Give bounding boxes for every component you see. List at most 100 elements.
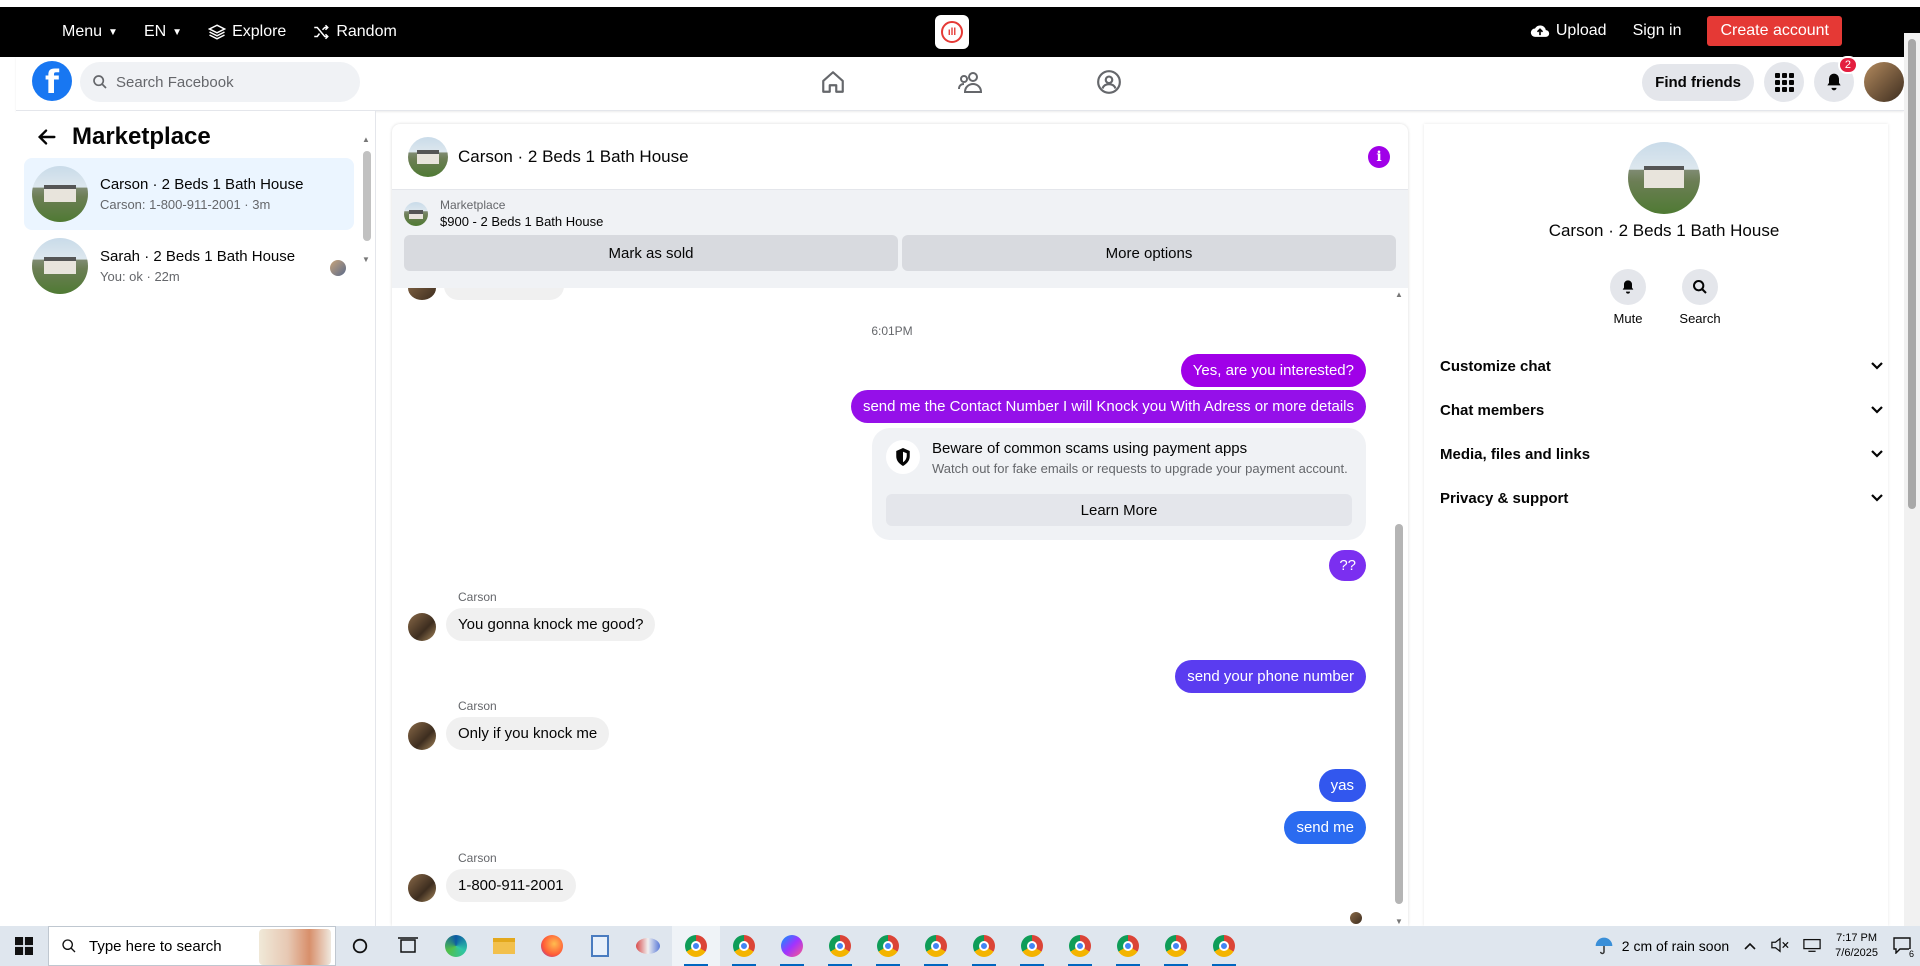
menu-button[interactable]: Menu ▼ — [62, 23, 118, 41]
random-link[interactable]: Random — [312, 23, 397, 41]
umbrella-icon — [1595, 937, 1613, 955]
facebook-search[interactable] — [80, 62, 360, 102]
edge-icon[interactable] — [432, 926, 480, 966]
taskbar-search[interactable]: Type here to search — [48, 926, 336, 966]
site-topbar: Menu ▼ EN ▼ Explore Random ıll Upload Sign… — [0, 0, 1920, 57]
section-privacy-support[interactable]: Privacy & support — [1440, 476, 1888, 520]
outgoing-message[interactable]: send me the Contact Number I will Knock … — [850, 390, 1366, 423]
signin-link[interactable]: Sign in — [1633, 22, 1682, 40]
chrome-icon[interactable] — [672, 926, 720, 966]
windows-taskbar: Type here to search 2 cm of rain soon 7:… — [0, 926, 1920, 966]
system-clock[interactable]: 7:17 PM 7/6/2025 — [1835, 931, 1878, 961]
scam-body: Watch out for fake emails or requests to… — [932, 461, 1348, 476]
info-icon[interactable]: i — [1368, 146, 1390, 168]
chrome-icon[interactable] — [1008, 926, 1056, 966]
more-options-button[interactable]: More options — [902, 235, 1396, 271]
mute-button[interactable]: Mute — [1608, 269, 1648, 326]
cloud-upload-icon — [1530, 25, 1550, 37]
nav-groups[interactable] — [1092, 65, 1126, 99]
scam-title: Beware of common scams using payment app… — [932, 440, 1248, 457]
friends-icon — [958, 72, 983, 93]
cortana-icon[interactable] — [336, 926, 384, 966]
chrome-icon[interactable] — [1056, 926, 1104, 966]
messenger-icon[interactable] — [768, 926, 816, 966]
mark-as-sold-button[interactable]: Mark as sold — [404, 235, 898, 271]
seen-avatar — [330, 260, 346, 276]
menu-grid-button[interactable] — [1764, 62, 1804, 102]
find-friends-button[interactable]: Find friends — [1642, 63, 1754, 101]
chrome-icon[interactable] — [720, 926, 768, 966]
section-chat-members[interactable]: Chat members — [1440, 388, 1888, 432]
firefox-icon[interactable] — [528, 926, 576, 966]
notepad-icon[interactable] — [576, 926, 624, 966]
facebook-logo[interactable]: f — [32, 61, 72, 101]
scrollbar-thumb[interactable] — [363, 151, 371, 241]
task-view-icon[interactable] — [384, 926, 432, 966]
chrome-icon[interactable] — [1152, 926, 1200, 966]
timestamp: 6:01PM — [871, 324, 913, 338]
chrome-icon[interactable] — [1200, 926, 1248, 966]
section-media-files-links[interactable]: Media, files and links — [1440, 432, 1888, 476]
scroll-up-icon[interactable]: ▲ — [1395, 290, 1403, 299]
scroll-down-icon[interactable]: ▼ — [362, 255, 370, 264]
scam-warning-card: Beware of common scams using payment app… — [872, 428, 1366, 540]
outgoing-message[interactable]: yas — [1318, 769, 1366, 802]
back-arrow-icon[interactable] — [36, 126, 58, 148]
outgoing-message[interactable]: send me — [1284, 811, 1366, 844]
conversation-list-panel: Marketplace Carson · 2 Beds 1 Bath House… — [16, 111, 376, 926]
create-account-button[interactable]: Create account — [1707, 16, 1842, 46]
list-scrollbar[interactable]: ▲ ▼ — [362, 135, 372, 265]
incoming-message[interactable]: Only if you knock me — [446, 717, 610, 750]
chat-thumbnail — [408, 136, 448, 177]
chrome-icon[interactable] — [864, 926, 912, 966]
chrome-icon[interactable] — [960, 926, 1008, 966]
upload-link[interactable]: Upload — [1530, 22, 1607, 40]
conversation-item[interactable]: Carson · 2 Beds 1 Bath House Carson: 1-8… — [24, 158, 354, 230]
bell-icon — [1827, 73, 1841, 91]
marketplace-label: Marketplace — [440, 198, 506, 212]
scrollbar-thumb[interactable] — [1395, 524, 1403, 904]
speaker-muted-icon[interactable] — [1771, 936, 1789, 956]
outgoing-message[interactable]: ?? — [1329, 550, 1366, 581]
account-avatar[interactable] — [1864, 62, 1904, 102]
conversation-name: Carson · 2 Beds 1 Bath House — [100, 176, 304, 193]
conversation-item[interactable]: Sarah · 2 Beds 1 Bath House You: ok · 22… — [24, 230, 354, 302]
listing-avatar[interactable] — [1628, 142, 1700, 214]
listing-price[interactable]: $900 - 2 Beds 1 Bath House — [440, 214, 603, 229]
message-list: 6:01PM Yes, are you interested? send me … — [392, 288, 1392, 926]
explore-link[interactable]: Explore — [208, 23, 286, 41]
notifications-button[interactable]: 2 — [1814, 56, 1858, 102]
nav-home[interactable] — [816, 65, 850, 99]
windows-start-icon[interactable] — [0, 926, 48, 966]
grid-icon — [1775, 73, 1794, 92]
language-button[interactable]: EN ▼ — [144, 23, 182, 41]
incoming-message[interactable]: You gonna knock me good? — [446, 608, 656, 641]
chat-scrollbar[interactable]: ▲ ▼ — [1392, 288, 1406, 926]
notifications-center-icon[interactable]: 6 — [1892, 936, 1914, 959]
network-icon[interactable] — [1803, 937, 1821, 956]
layers-icon — [208, 24, 227, 40]
file-explorer-icon[interactable] — [480, 926, 528, 966]
sender-avatar — [408, 288, 436, 300]
scrollbar-thumb[interactable] — [1908, 39, 1916, 509]
weather-widget[interactable]: 2 cm of rain soon — [1594, 936, 1729, 956]
site-logo[interactable]: ıll — [935, 15, 969, 49]
page-scrollbar[interactable] — [1904, 33, 1920, 926]
section-customize-chat[interactable]: Customize chat — [1440, 344, 1888, 388]
outgoing-message[interactable]: Yes, are you interested? — [1180, 354, 1366, 387]
search-conversation-button[interactable]: Search — [1679, 269, 1721, 326]
app-icon[interactable] — [624, 926, 672, 966]
chat-title[interactable]: Carson · 2 Beds 1 Bath House — [458, 147, 689, 167]
search-input[interactable] — [116, 73, 336, 91]
nav-friends[interactable] — [954, 65, 988, 99]
sender-avatar — [408, 722, 436, 750]
learn-more-button[interactable]: Learn More — [886, 494, 1352, 526]
scroll-down-icon[interactable]: ▼ — [1395, 917, 1403, 926]
chevron-up-icon[interactable] — [1743, 939, 1757, 954]
chrome-icon[interactable] — [912, 926, 960, 966]
chrome-icon[interactable] — [816, 926, 864, 966]
incoming-message[interactable]: 1-800-911-2001 — [446, 869, 576, 902]
scroll-up-icon[interactable]: ▲ — [362, 135, 370, 144]
outgoing-message[interactable]: send your phone number — [1175, 660, 1366, 693]
chrome-icon[interactable] — [1104, 926, 1152, 966]
